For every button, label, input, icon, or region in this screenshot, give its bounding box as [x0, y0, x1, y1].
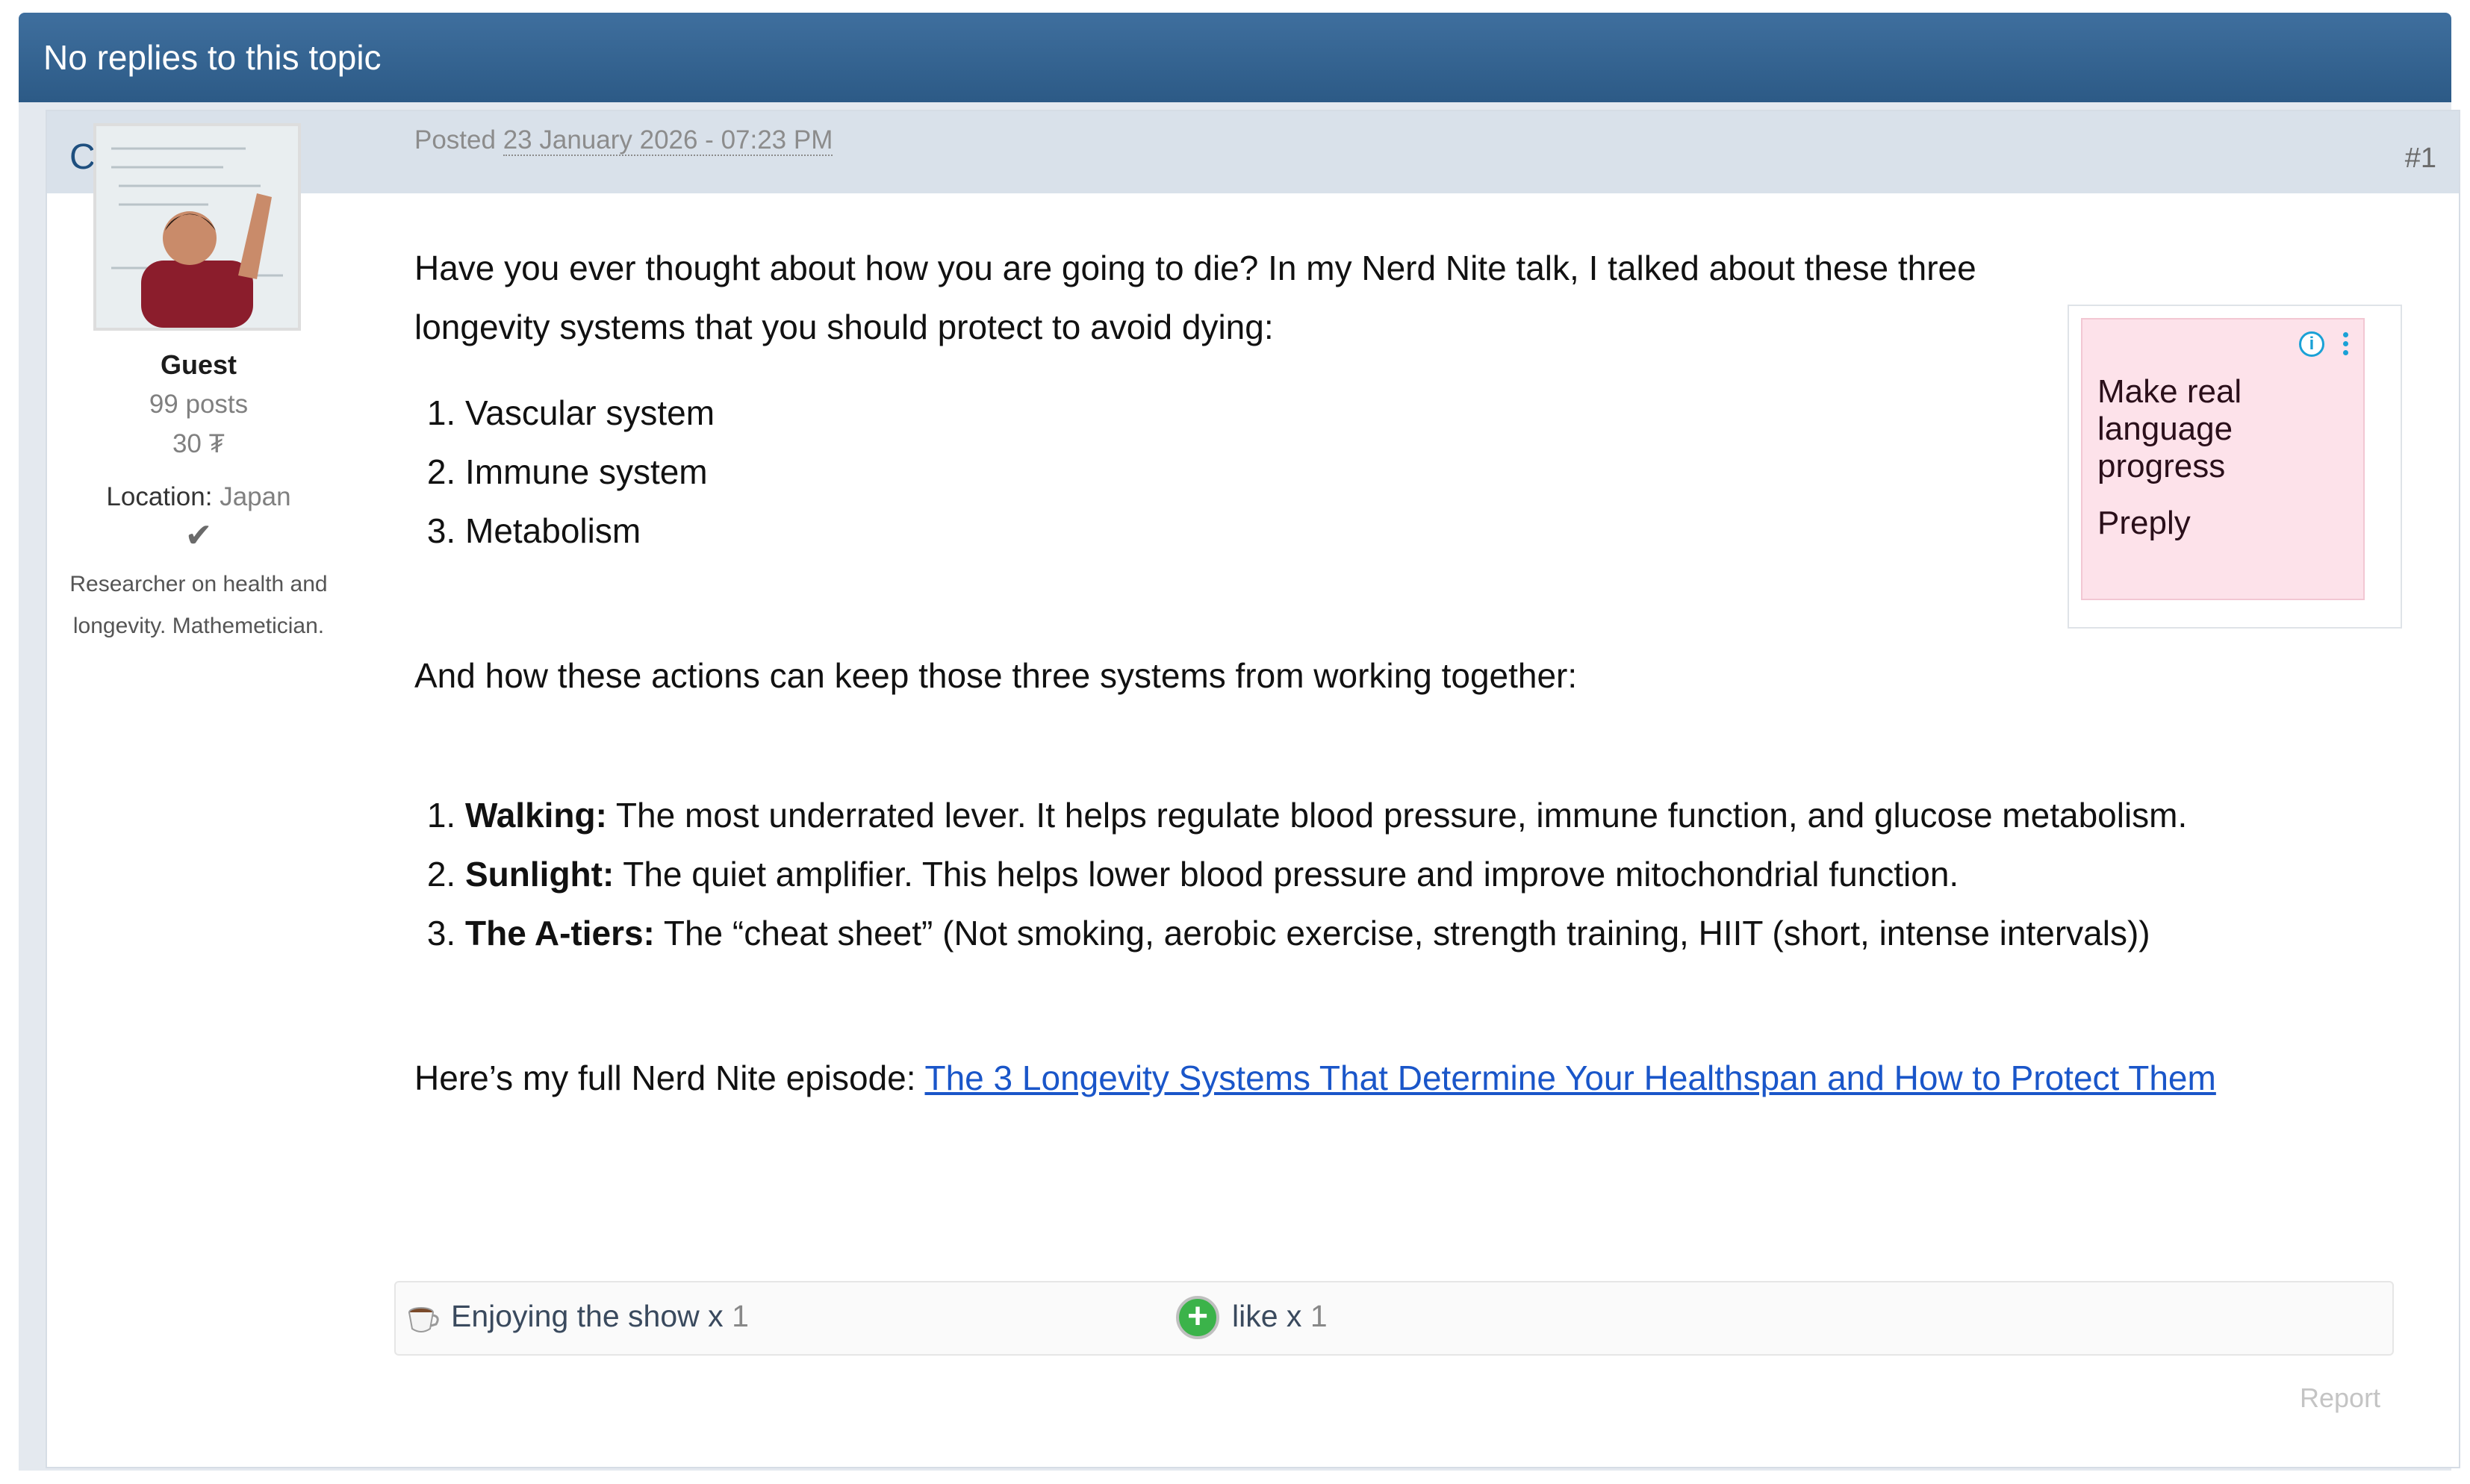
list-item: Walking: The most underrated lever. It h… [465, 786, 2326, 845]
list-item: Sunlight: The quiet amplifier. This help… [465, 845, 2326, 904]
member-bio: Researcher on health and longevity. Math… [69, 572, 328, 638]
ad-brand: Preply [2097, 505, 2191, 541]
actions-intro-paragraph: And how these actions can keep those thr… [414, 656, 1578, 695]
reaction-label: Enjoying the show x [451, 1299, 724, 1333]
action-title: Sunlight: [465, 855, 615, 894]
episode-paragraph: Here’s my full Nerd Nite episode: The 3 … [414, 1049, 2326, 1108]
episode-prefix: Here’s my full Nerd Nite episode: [414, 1059, 916, 1097]
ad-info-icon[interactable]: i [2299, 331, 2324, 357]
list-item: Immune system [465, 443, 2326, 502]
plus-icon[interactable]: + [1176, 1296, 1219, 1339]
systems-list: Vascular system Immune system Metabolism [414, 384, 2326, 561]
posted-date[interactable]: 23 January 2026 - 07:23 PM [503, 125, 833, 156]
reaction-label: like x [1232, 1299, 1302, 1333]
actions-list: Walking: The most underrated lever. It h… [414, 786, 2326, 963]
avatar[interactable] [93, 123, 301, 331]
ad-headline: Make real language progress [2097, 373, 2242, 484]
avatar-photo [96, 126, 298, 328]
topic-status-text: No replies to this topic [43, 38, 382, 77]
coffee-cup-icon[interactable] [406, 1302, 441, 1336]
reaction-like[interactable]: like x 1 [1232, 1299, 1328, 1334]
list-item: The A-tiers: The “cheat sheet” (Not smok… [465, 904, 2326, 963]
post-header: Cloomis #1 [47, 111, 2459, 193]
reputation-bar: Enjoying the show x 1 + like x 1 [394, 1281, 2394, 1356]
action-text: The quiet amplifier. This helps lower bl… [623, 855, 1959, 894]
reaction-count: 1 [1310, 1299, 1328, 1333]
action-text: The most underrated lever. It helps regu… [615, 796, 2188, 835]
intro-paragraph: Have you ever thought about how you are … [414, 249, 1976, 346]
post-date-line: Posted 23 January 2026 - 07:23 PM [414, 125, 833, 156]
reaction-enjoying-the-show[interactable]: Enjoying the show x 1 [451, 1299, 749, 1334]
action-title: Walking: [465, 796, 607, 835]
checkmark-icon: ✔ [184, 517, 213, 554]
posted-label: Posted [414, 125, 496, 155]
topic-status-bar: No replies to this topic [19, 13, 2451, 102]
post-count: 99 posts [149, 390, 249, 419]
post-body: Have you ever thought about how you are … [414, 239, 2326, 1108]
list-item: Vascular system [465, 384, 2326, 443]
post-number-link[interactable]: #1 [2405, 143, 2436, 175]
episode-link[interactable]: The 3 Longevity Systems That Determine Y… [925, 1059, 2216, 1097]
report-link[interactable]: Report [2300, 1382, 2380, 1414]
list-item: Metabolism [465, 502, 2326, 561]
location-line: Location: Japan [42, 482, 355, 512]
member-group: Guest [160, 349, 237, 380]
advertisement[interactable]: i Make real language progress Preply [2068, 305, 2402, 629]
location-value: Japan [220, 482, 291, 511]
location-label: Location: [106, 482, 213, 511]
points-balance: 30 ₮ [172, 429, 225, 458]
reaction-count: 1 [732, 1299, 749, 1333]
action-text: The “cheat sheet” (Not smoking, aerobic … [663, 914, 2150, 953]
ad-banner[interactable]: i Make real language progress Preply [2081, 318, 2365, 600]
action-title: The A-tiers: [465, 914, 655, 953]
ad-menu-icon[interactable] [2341, 330, 2350, 360]
